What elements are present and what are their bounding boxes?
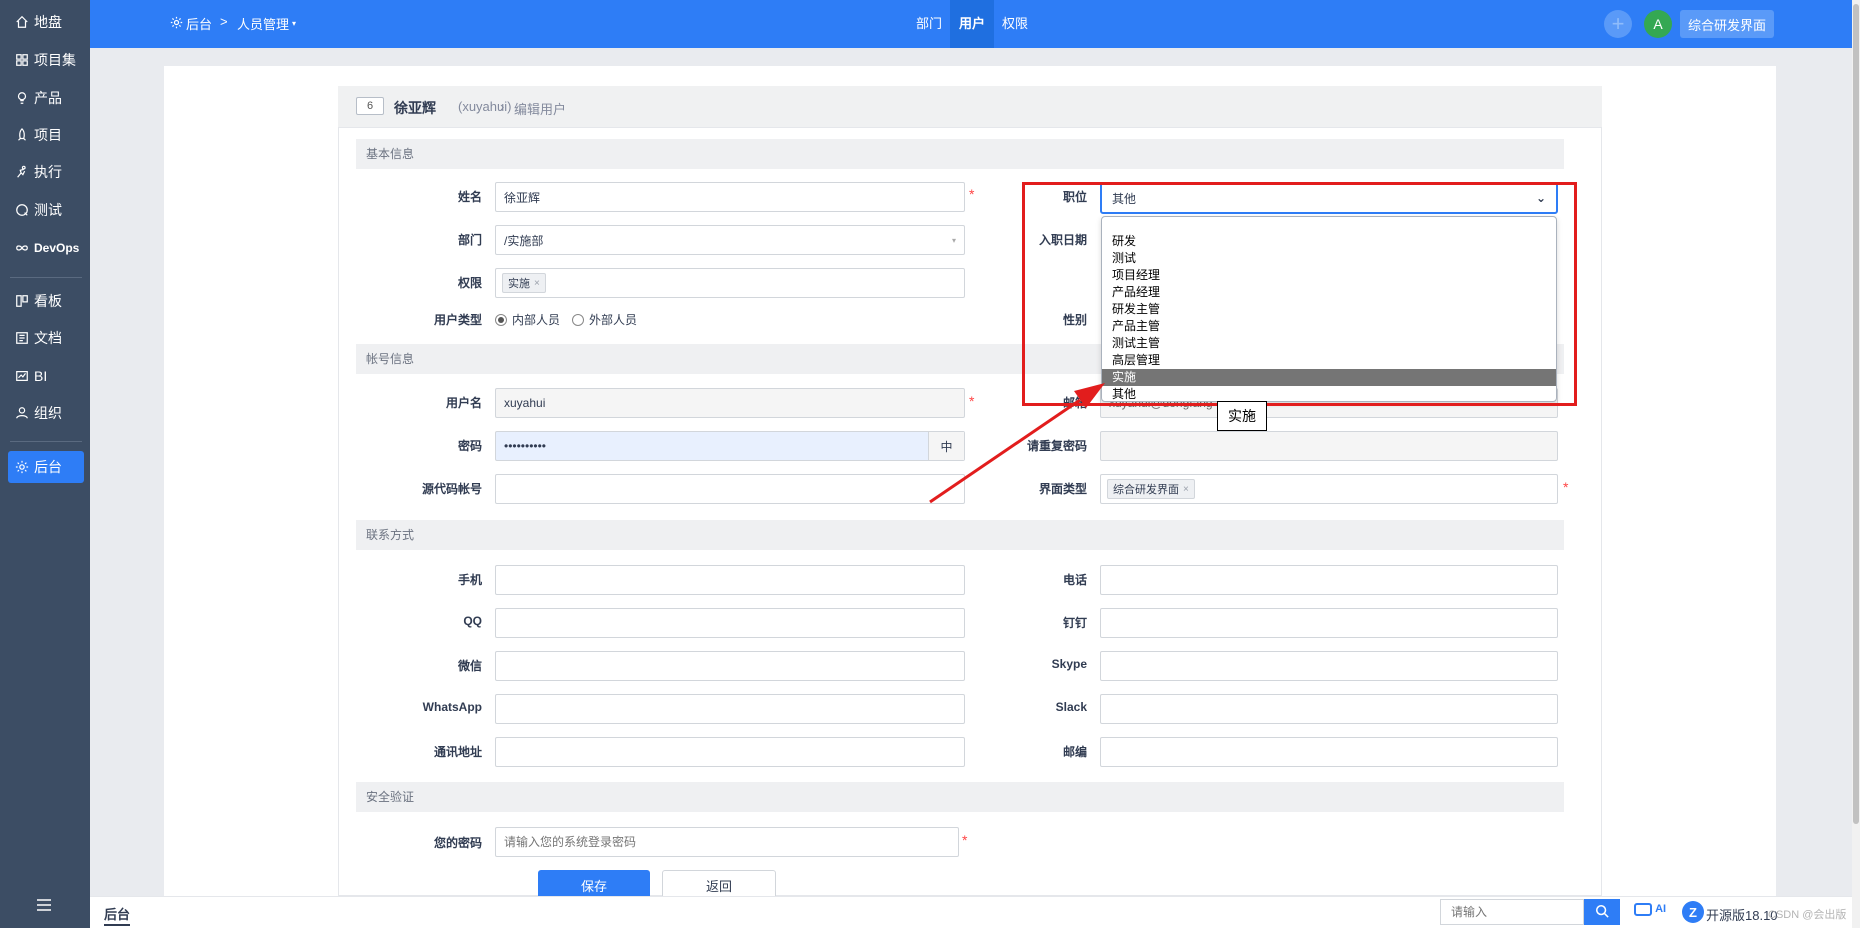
chat-bubble-icon [1634,903,1652,916]
watermark-text: CSDN @会出版 [1768,909,1847,921]
footer-search-input[interactable] [1440,899,1584,925]
annotation-arrow-line [929,398,1081,504]
annotation-arrow-head [1074,383,1105,408]
zentao-logo-icon: Z [1682,901,1704,923]
annotation-arrow [929,383,1105,504]
version-label[interactable]: 开源版18.10 [1706,905,1778,924]
footer-breadcrumb[interactable]: 后台 [104,904,131,926]
ai-label: AI [1655,903,1667,915]
ai-assistant-button[interactable]: AI [1634,903,1666,916]
option-tooltip: 实施 [1217,401,1267,431]
footer-search-button[interactable] [1584,899,1620,925]
footer-bar: 后台 AI Z 开源版18.10 CSDN @会出版 [90,896,1852,928]
search-icon [1595,904,1609,921]
